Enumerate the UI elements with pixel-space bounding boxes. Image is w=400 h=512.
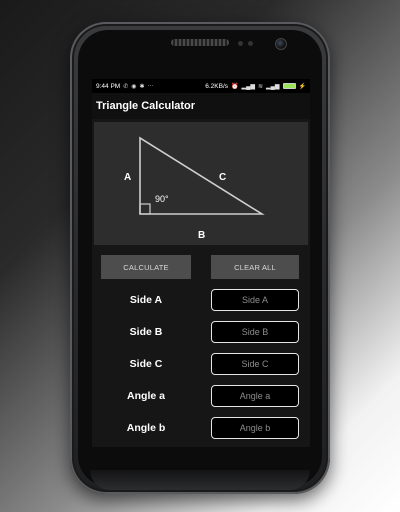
clear-all-button[interactable]: CLEAR ALL [211,255,299,279]
signal-icon: ▂▄▆ [241,83,255,90]
proximity-sensor [238,41,243,46]
phone-screen: 9:44 PM ✆ ◉ ✱ ··· 6.2KB/s ⏰ ▂▄▆ ≋ ▂▄▆ ⚡ … [92,79,310,447]
battery-fill [283,84,295,88]
triangle-figure: A C B 90° [124,136,265,241]
wifi-icon: ≋ [258,83,264,90]
side-a-input[interactable] [211,289,299,311]
angle-a-input[interactable] [211,385,299,407]
network-speed: 6.2KB/s [205,82,229,90]
side-b-label: Side B [129,326,163,338]
battery-icon [282,83,296,89]
side-b-label: B [198,230,205,241]
status-bar: 9:44 PM ✆ ◉ ✱ ··· 6.2KB/s ⏰ ▂▄▆ ≋ ▂▄▆ ⚡ [92,79,310,93]
side-b-input[interactable] [211,321,299,343]
app-bar: Triangle Calculator [92,93,310,119]
angle-b-input[interactable] [211,417,299,439]
angle-b-label: Angle b [126,422,166,434]
status-time: 9:44 PM [96,82,121,90]
more-dots-icon: ··· [147,83,154,89]
messenger-icon: ◉ [131,83,137,90]
side-c-label: C [219,172,226,183]
side-c-input[interactable] [211,353,299,375]
main-content: A C B 90° CALCULATE CLEAR ALL Side A Sid… [92,119,310,447]
right-angle-marker [139,203,151,215]
signal-icon: ▂▄▆ [266,83,280,90]
side-a-label: Side A [129,294,163,306]
phone-chin [90,470,310,490]
side-a-label: A [124,172,131,183]
app-title: Triangle Calculator [96,100,196,112]
front-camera [275,38,287,50]
calculate-button[interactable]: CALCULATE [101,255,191,279]
light-sensor [248,41,253,46]
angle-a-label: Angle a [127,390,165,402]
triangle-diagram: A C B 90° [94,122,308,245]
side-c-label: Side C [129,358,163,370]
earpiece-speaker [171,39,229,46]
angle-label: 90° [155,194,169,204]
charging-icon: ⚡ [298,83,306,90]
whatsapp-icon: ✆ [123,83,129,90]
alarm-icon: ⏰ [231,83,239,90]
settings-icon: ✱ [139,83,145,90]
